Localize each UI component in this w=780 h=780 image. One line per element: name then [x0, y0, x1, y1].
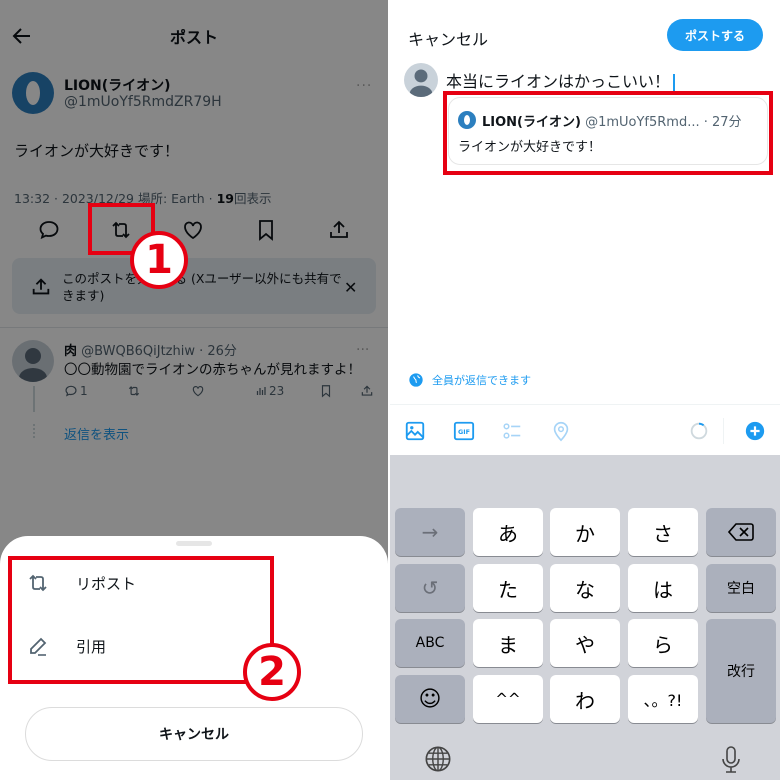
key-undo[interactable]: ↺ [395, 564, 465, 612]
cancel-button[interactable]: キャンセル [408, 26, 488, 50]
sheet-handle[interactable] [176, 541, 212, 546]
key-next[interactable]: → [395, 508, 465, 556]
globe-icon [425, 746, 451, 772]
post-button[interactable]: ポストする [667, 19, 763, 51]
location-icon [553, 421, 569, 442]
key-punct[interactable]: 、。?! [628, 675, 698, 723]
key-ya[interactable]: や [550, 619, 620, 667]
key-sa[interactable]: さ [628, 508, 698, 556]
progress-ring-icon [690, 422, 708, 440]
compose-screen: キャンセル ポストする 本当にライオンはかっこいい！ LION(ライオン) @1… [390, 0, 780, 780]
plus-circle-icon [745, 421, 765, 441]
key-emoji[interactable]: ☺ [395, 675, 465, 723]
compose-text: 本当にライオンはかっこいい！ [446, 72, 671, 91]
key-na[interactable]: な [550, 564, 620, 612]
toolbar-divider [390, 404, 780, 405]
gif-button[interactable]: GIF [453, 420, 475, 442]
globe-icon [409, 373, 423, 387]
annotation-step-1: 1 [130, 231, 188, 289]
microphone-icon [722, 746, 740, 773]
char-counter [688, 420, 710, 442]
key-ra[interactable]: ら [628, 619, 698, 667]
toolbar-separator [723, 418, 724, 444]
keyboard: → あ か さ ↺ た な は 空白 ABC ま や ら 改行 ☺ ^^ わ 、… [390, 455, 780, 780]
key-a[interactable]: あ [473, 508, 543, 556]
annotation-box-2 [8, 556, 274, 684]
key-ha[interactable]: は [628, 564, 698, 612]
svg-text:GIF: GIF [458, 428, 470, 436]
default-avatar-icon [409, 69, 433, 97]
reply-setting-button[interactable]: 全員が返信できます [408, 372, 531, 388]
backspace-icon [728, 523, 754, 541]
location-button[interactable] [550, 420, 572, 442]
poll-button[interactable] [501, 420, 523, 442]
post-detail-screen: ポスト LION(ライオン) @1mUoYf5RmdZR79H ··· ライオン… [0, 0, 388, 780]
key-return[interactable]: 改行 [706, 619, 776, 723]
my-avatar[interactable] [404, 63, 438, 97]
key-wa[interactable]: わ [550, 675, 620, 723]
annotation-box-quote [443, 91, 773, 175]
key-space[interactable]: 空白 [706, 564, 776, 612]
mic-key[interactable] [719, 745, 743, 775]
add-post-button[interactable] [744, 420, 766, 442]
key-ka[interactable]: か [550, 508, 620, 556]
image-button[interactable] [404, 420, 426, 442]
annotation-step-2: 2 [243, 643, 301, 701]
key-backspace[interactable] [706, 508, 776, 556]
key-abc[interactable]: ABC [395, 619, 465, 667]
text-caret [673, 73, 676, 92]
key-ma[interactable]: ま [473, 619, 543, 667]
compose-input[interactable]: 本当にライオンはかっこいい！ [446, 68, 676, 92]
key-kaomoji[interactable]: ^^ [473, 675, 543, 723]
sheet-cancel-button[interactable]: キャンセル [25, 707, 363, 761]
image-icon [405, 421, 425, 441]
key-ta[interactable]: た [473, 564, 543, 612]
screen: ポスト LION(ライオン) @1mUoYf5RmdZR79H ··· ライオン… [0, 0, 780, 780]
globe-key[interactable] [424, 745, 452, 773]
poll-icon [503, 423, 521, 439]
reply-setting-label: 全員が返信できます [432, 374, 531, 387]
gif-icon: GIF [453, 421, 475, 441]
